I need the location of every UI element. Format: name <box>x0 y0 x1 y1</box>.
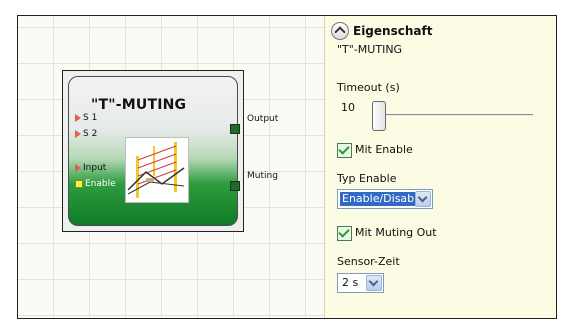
typ-enable-select[interactable]: Enable/Disable <box>337 189 433 209</box>
mit-enable-label: Mit Enable <box>355 143 413 156</box>
output-label-output: Output <box>247 114 279 124</box>
typ-enable-value: Enable/Disable <box>340 192 426 206</box>
output-pin-output[interactable] <box>230 124 240 134</box>
input-pin-s2[interactable]: S 2 <box>75 129 97 139</box>
mit-muting-out-checkbox[interactable] <box>337 226 352 241</box>
sensor-zeit-label: Sensor-Zeit <box>337 255 400 268</box>
output-label-muting: Muting <box>247 171 278 181</box>
sensor-zeit-value: 2 s <box>342 276 359 289</box>
output-pin-muting[interactable] <box>230 181 240 191</box>
panel-title: Eigenschaft <box>353 24 433 38</box>
input-pin-input[interactable]: Input <box>75 163 106 173</box>
enable-square-icon <box>75 179 83 188</box>
block-body: "T"-MUTING S 1 S 2 Input Enable Output M… <box>68 76 278 226</box>
sensor-zeit-select[interactable]: 2 s <box>337 273 384 293</box>
typ-enable-label: Typ Enable <box>337 172 397 185</box>
input-label: Input <box>83 163 107 173</box>
chevron-down-icon[interactable] <box>366 275 382 291</box>
block-name: "T"-MUTING <box>337 43 403 56</box>
input-label: S 2 <box>83 129 98 139</box>
light-curtain-icon <box>125 137 189 203</box>
input-label: Enable <box>85 179 116 189</box>
input-arrow-icon <box>75 129 81 138</box>
timeout-value: 10 <box>341 101 355 114</box>
mit-muting-out-label: Mit Muting Out <box>355 226 437 239</box>
collapse-up-icon[interactable] <box>331 22 349 40</box>
window-frame: "T"-MUTING S 1 S 2 Input Enable Output M… <box>17 15 557 319</box>
input-label: S 1 <box>83 113 98 123</box>
timeout-label: Timeout (s) <box>337 81 400 94</box>
timeout-slider-track[interactable] <box>385 114 533 116</box>
input-arrow-icon <box>75 113 81 122</box>
chevron-down-icon[interactable] <box>415 191 431 207</box>
muting-function-block[interactable]: "T"-MUTING S 1 S 2 Input Enable Output M… <box>62 70 278 232</box>
mit-enable-checkbox[interactable] <box>337 143 352 158</box>
block-title: "T"-MUTING <box>91 97 187 113</box>
input-arrow-icon <box>75 163 81 172</box>
input-pin-enable[interactable]: Enable <box>75 179 116 189</box>
timeout-slider-thumb[interactable] <box>372 101 386 131</box>
input-pin-s1[interactable]: S 1 <box>75 113 97 123</box>
properties-panel: Eigenschaft "T"-MUTING Timeout (s) 10 Mi… <box>324 16 556 318</box>
diagram-canvas[interactable]: "T"-MUTING S 1 S 2 Input Enable Output M… <box>18 16 324 318</box>
